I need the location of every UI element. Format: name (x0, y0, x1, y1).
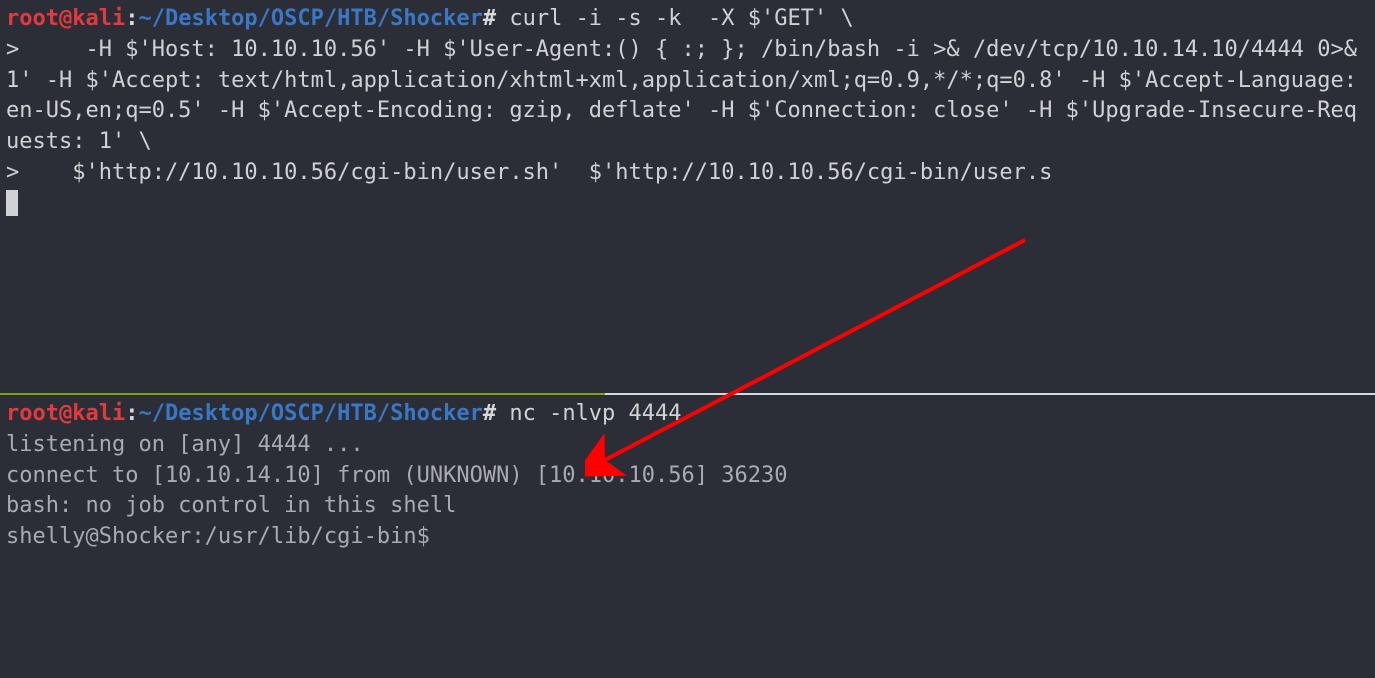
prompt-hash: # (483, 6, 496, 31)
command-text: curl -i -s -k -X $'GET' \ > -H $'Host: 1… (6, 6, 1370, 185)
prompt-path: ~/Desktop/OSCP/HTB/Shocker (138, 401, 482, 426)
prompt-separator: : (125, 6, 138, 31)
prompt-user-host: root@kali (6, 6, 125, 31)
divider-active-segment (0, 393, 605, 395)
prompt-path: ~/Desktop/OSCP/HTB/Shocker (138, 6, 482, 31)
prompt-separator: : (125, 401, 138, 426)
prompt-user-host: root@kali (6, 401, 125, 426)
prompt-hash: # (483, 401, 496, 426)
terminal-pane-top[interactable]: root@kali:~/Desktop/OSCP/HTB/Shocker# cu… (0, 0, 1375, 393)
terminal-cursor (6, 190, 18, 216)
terminal-output: listening on [any] 4444 ... connect to [… (6, 432, 787, 549)
divider-inactive-segment (605, 393, 1375, 395)
command-text: nc -nlvp 4444 (496, 401, 681, 426)
pane-divider[interactable] (0, 393, 1375, 395)
terminal-pane-bottom[interactable]: root@kali:~/Desktop/OSCP/HTB/Shocker# nc… (0, 395, 1375, 678)
